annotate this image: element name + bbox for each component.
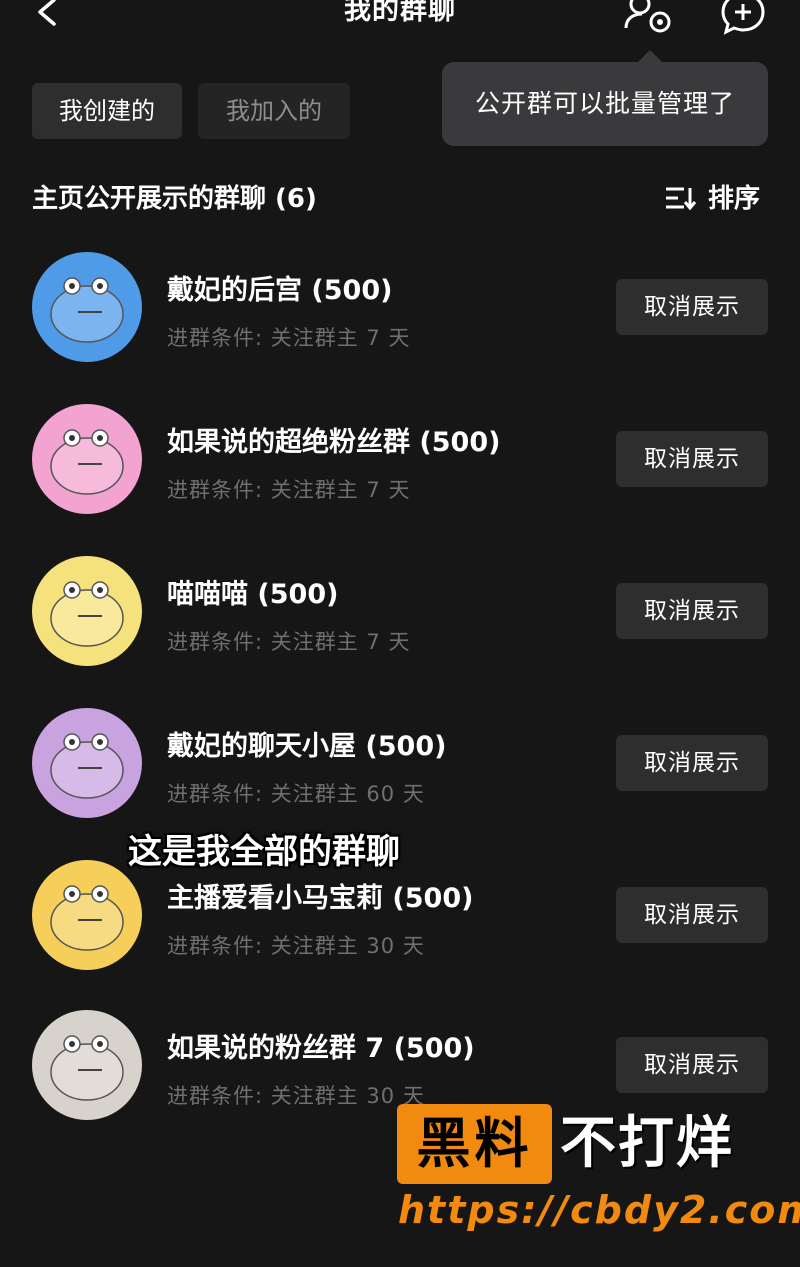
watermark-slogan: 不打烊 [560,1111,734,1176]
sort-button[interactable]: 排序 [664,178,774,218]
group-join-condition: 进群条件: 关注群主 30 天 [167,1084,425,1108]
group-row[interactable]: 戴妃的后宫 (500) 进群条件: 关注群主 7 天 取消展示 [0,252,800,402]
group-avatar [32,1010,142,1120]
group-join-condition: 进群条件: 关注群主 30 天 [167,934,425,958]
chat-plus-icon [721,0,765,35]
group-name: 主播爱看小马宝莉 (500) [167,883,474,914]
cancel-display-button[interactable]: 取消展示 [616,887,768,943]
group-join-condition: 进群条件: 关注群主 7 天 [167,326,411,350]
cancel-display-button[interactable]: 取消展示 [616,431,768,487]
group-name: 戴妃的后宫 (500) [167,275,393,306]
group-avatar [32,556,142,666]
tab-joined[interactable]: 我加入的 [198,83,350,139]
group-avatar [32,252,142,362]
group-join-condition: 进群条件: 关注群主 7 天 [167,478,411,502]
overlay-caption: 这是我全部的群聊 [128,832,400,872]
cancel-display-button[interactable]: 取消展示 [616,583,768,639]
watermark-url: https://cbdy2.com [398,1188,800,1232]
section-title: 主页公开展示的群聊 (6) [32,184,317,214]
group-row[interactable]: 喵喵喵 (500) 进群条件: 关注群主 7 天 取消展示 [0,556,800,706]
tab-created[interactable]: 我创建的 [32,83,182,139]
cancel-display-button[interactable]: 取消展示 [616,735,768,791]
group-name: 戴妃的聊天小屋 (500) [167,731,447,762]
group-name: 喵喵喵 (500) [167,579,339,610]
group-name: 如果说的超绝粉丝群 (500) [167,427,501,458]
sort-icon [666,187,697,211]
group-join-condition: 进群条件: 关注群主 60 天 [167,782,425,806]
page-title: 我的群聊 [344,0,456,26]
group-row[interactable]: 主播爱看小马宝莉 (500) 进群条件: 关注群主 30 天 取消展示 [0,860,800,1010]
group-join-condition: 进群条件: 关注群主 7 天 [167,630,411,654]
group-row[interactable]: 戴妃的聊天小屋 (500) 进群条件: 关注群主 60 天 取消展示 [0,708,800,858]
top-bar: 我的群聊 [0,0,800,40]
group-name: 如果说的粉丝群 7 (500) [167,1033,475,1064]
group-manage-button[interactable] [620,0,678,38]
group-row[interactable]: 如果说的超绝粉丝群 (500) 进群条件: 关注群主 7 天 取消展示 [0,404,800,554]
cancel-display-button[interactable]: 取消展示 [616,279,768,335]
group-avatar [32,708,142,818]
watermark-brand: 黑料 [397,1104,552,1184]
group-avatar [32,860,142,970]
batch-manage-tooltip: 公开群可以批量管理了 [442,50,768,146]
cancel-display-button[interactable]: 取消展示 [616,1037,768,1093]
create-chat-button[interactable] [715,0,771,38]
sort-label: 排序 [708,184,761,214]
group-avatar [32,404,142,514]
group-settings-icon [624,0,671,33]
